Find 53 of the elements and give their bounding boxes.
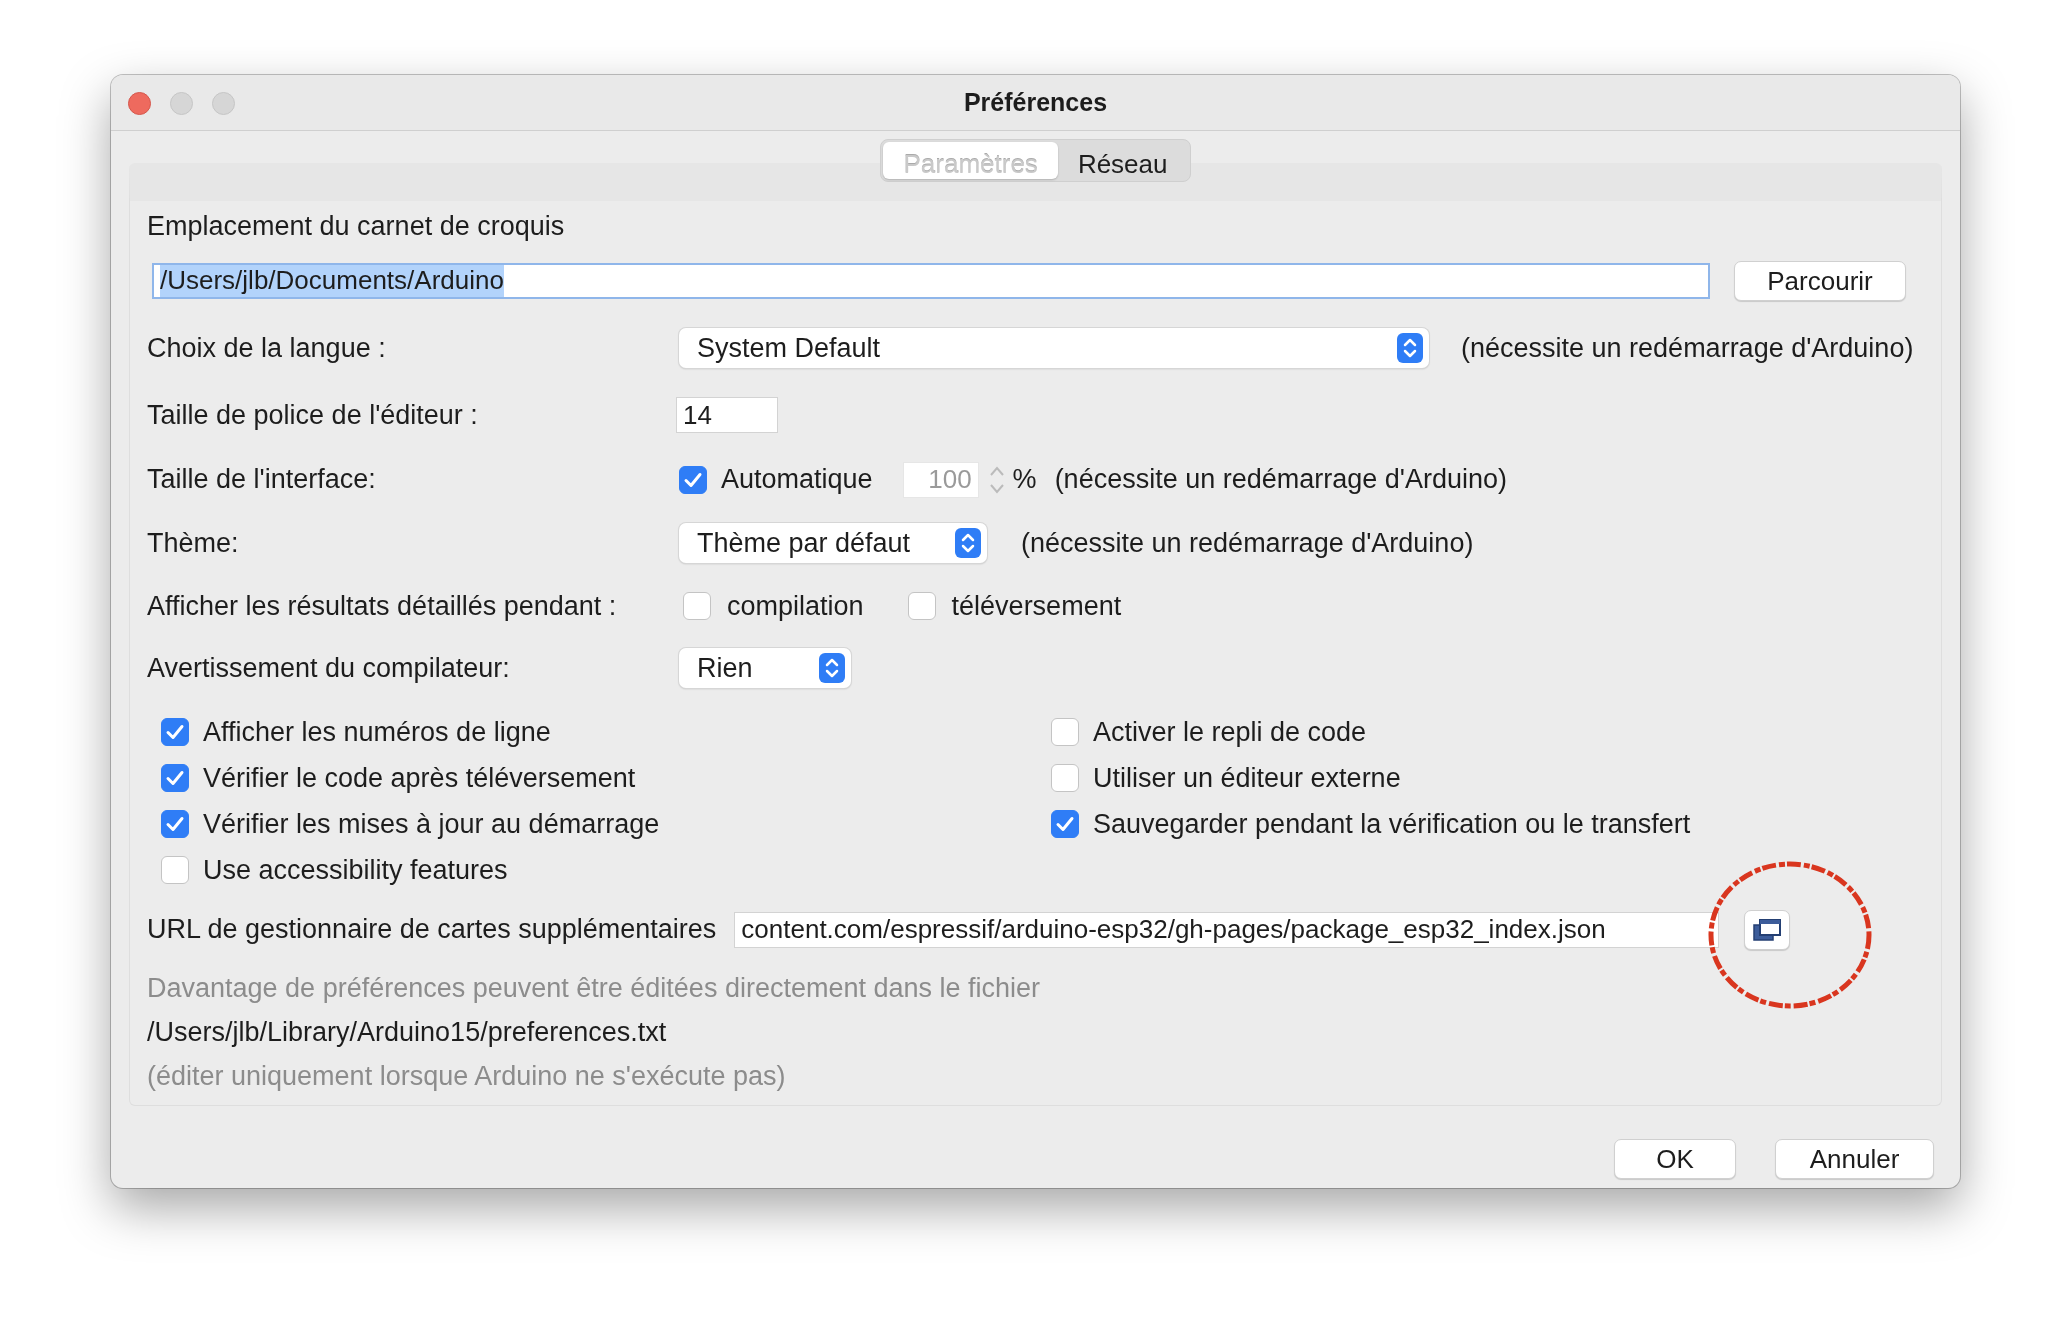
stepper-arrows-icon <box>819 653 845 683</box>
file-path-text: /Users/jlb/Library/Arduino15/preferences.txt <box>147 1015 667 1049</box>
language-dropdown[interactable]: System Default <box>679 328 1429 368</box>
browse-button[interactable]: Parcourir <box>1734 260 1906 301</box>
field-label: Taille de police de l'éditeur : <box>147 398 479 432</box>
field-label: Emplacement du carnet de croquis <box>147 209 565 243</box>
checkbox-label: Automatique <box>721 463 873 497</box>
stepper-arrows-icon <box>955 528 981 558</box>
checkbox-label: Sauvegarder pendant la vérification ou le transfert <box>1093 807 1691 841</box>
tab[interactable]: Réseau <box>1057 142 1188 179</box>
checkbox[interactable] <box>907 592 936 620</box>
dialog-button[interactable]: Annuler <box>1775 1139 1934 1179</box>
hint-text: (nécessite un redémarrage d'Arduino) <box>1021 526 1474 560</box>
field-label: URL de gestionnaire de cartes supplémentaires <box>147 913 717 947</box>
checkbox-label: Vérifier le code après téléversement <box>203 761 636 795</box>
dialog-button[interactable]: OK <box>1614 1139 1736 1179</box>
field-label: Thème: <box>147 526 240 560</box>
checkbox-label: Vérifier les mises à jour au démarrage <box>203 807 660 841</box>
checkbox-label: Utiliser un éditeur externe <box>1093 761 1401 795</box>
close-window-icon[interactable] <box>128 92 151 115</box>
field-label: Afficher les résultats détaillés pendant : <box>147 589 618 623</box>
unit-text: % <box>1012 463 1037 497</box>
checkbox-label: Activer le repli de code <box>1093 715 1367 749</box>
info-text: Davantage de préférences peuvent être éditées directement dans le fichier <box>147 971 1041 1005</box>
checkbox[interactable] <box>161 856 189 884</box>
font-size-field[interactable]: 14 <box>676 397 778 433</box>
checkbox[interactable] <box>1051 764 1079 792</box>
checkbox[interactable] <box>161 810 189 838</box>
field-label: Choix de la langue : <box>147 331 387 365</box>
path-field[interactable]: /Users/jlb/Documents/Arduino <box>152 262 1710 299</box>
info-text: (éditer uniquement lorsque Arduino ne s'exécute pas) <box>147 1059 786 1093</box>
checkbox[interactable] <box>161 718 189 746</box>
checkbox[interactable] <box>1051 718 1079 746</box>
stepper-arrows-icon <box>1397 333 1423 363</box>
edit-list-button[interactable] <box>1744 909 1791 950</box>
url-field[interactable]: content.com/espressif/arduino-esp32/gh-pages/package_esp32_index.json <box>734 911 1720 948</box>
theme-dropdown[interactable]: Thème par défaut <box>679 523 987 563</box>
checkbox-label: Afficher les numéros de ligne <box>203 715 551 749</box>
field-label: Taille de l'interface: <box>147 463 377 497</box>
hint-text: (nécessite un redémarrage d'Arduino) <box>1461 331 1914 365</box>
zoom-window-icon[interactable] <box>212 92 235 115</box>
checkbox-label: téléversement <box>951 589 1122 623</box>
checkbox-label: compilation <box>727 589 864 623</box>
warnings-dropdown[interactable]: Rien <box>679 648 851 688</box>
checkbox-label: Use accessibility features <box>203 853 508 887</box>
checkbox[interactable] <box>161 764 189 792</box>
checkbox[interactable] <box>1051 810 1079 838</box>
window-title: Préférences <box>963 86 1108 118</box>
checkbox[interactable] <box>683 592 711 620</box>
windows-icon <box>1752 917 1783 942</box>
minimize-window-icon[interactable] <box>170 92 193 115</box>
field-label: Avertissement du compilateur: <box>147 651 511 685</box>
hint-text: (nécessite un redémarrage d'Arduino) <box>1054 463 1508 497</box>
